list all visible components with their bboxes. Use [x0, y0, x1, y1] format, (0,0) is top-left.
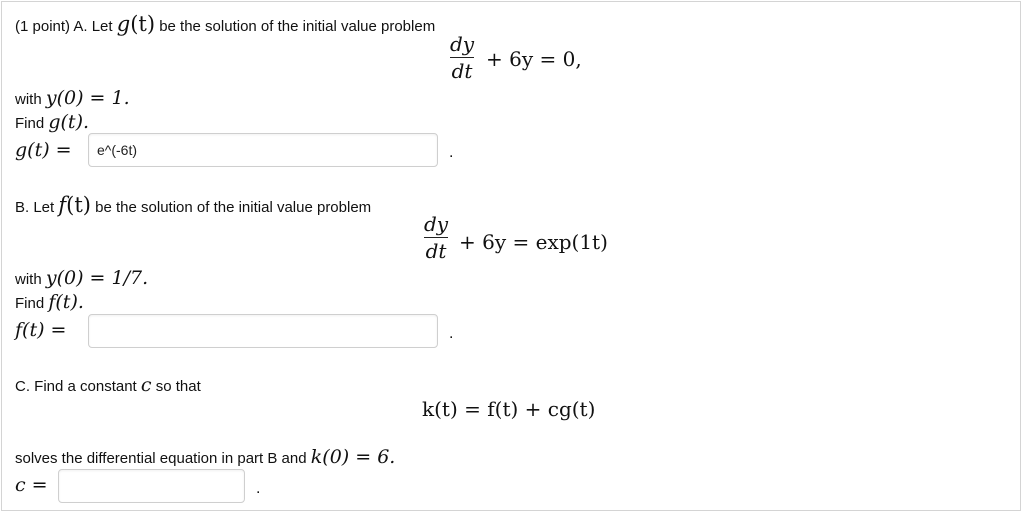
part-b-derivative: dy dt: [424, 212, 449, 263]
part-c-equation: k(t) = f(t) + cg(t): [422, 397, 596, 421]
part-b-deriv-den: dt: [425, 239, 447, 263]
part-c-solves-line: solves the differential equation in part…: [15, 448, 395, 468]
part-a-initial-condition: y(0) = 1.: [45, 87, 130, 109]
part-a-find-line: Find g(t).: [15, 113, 89, 133]
part-a-intro-arg: (t): [130, 12, 156, 36]
part-a-intro-prefix: (1 point) A. Let: [15, 18, 113, 35]
part-c-intro: C. Find a constant c so that: [15, 376, 201, 396]
part-c-solves-text: solves the differential equation in part…: [15, 450, 307, 467]
part-a-trailing-dot: .: [449, 144, 454, 161]
part-a-intro-suffix: be the solution of the initial value pro…: [159, 18, 436, 35]
part-b-initial-condition: y(0) = 1/7.: [45, 267, 149, 289]
part-c-trailing-dot: .: [256, 480, 261, 497]
part-a-find-label: Find: [15, 115, 45, 132]
part-a-with-line: with y(0) = 1.: [15, 89, 130, 109]
part-a-with-label: with: [15, 91, 42, 108]
problem-panel: (1 point) A. Let g(t) be the solution of…: [1, 1, 1021, 511]
part-b-deriv-num: dy: [424, 212, 449, 236]
part-b-answer-label: f(t) =: [15, 319, 67, 341]
part-b-with-label: with: [15, 271, 42, 288]
part-b-find-expr: f(t).: [48, 291, 84, 313]
part-a-answer-input[interactable]: [88, 133, 438, 167]
part-b-find-line: Find f(t).: [15, 293, 84, 313]
part-a-intro: (1 point) A. Let g(t) be the solution of…: [15, 12, 436, 36]
part-c-intro-var: c: [140, 374, 152, 396]
part-c-solves-expr: k(0) = 6.: [310, 446, 396, 468]
part-a-deriv-num: dy: [450, 32, 475, 56]
part-b-intro: B. Let f(t) be the solution of the initi…: [15, 193, 372, 217]
part-a-derivative: dy dt: [450, 32, 475, 83]
part-c-intro-suffix: so that: [155, 378, 201, 395]
part-a-answer-label: g(t) =: [15, 139, 72, 161]
fraction-bar: [450, 57, 475, 58]
part-b-equation-rhs: + 6y = exp(1t): [459, 230, 608, 254]
part-b-intro-arg: (t): [66, 193, 91, 217]
part-c-answer-label: c =: [15, 474, 48, 496]
part-a-intro-fn: g: [116, 12, 131, 36]
part-a-deriv-den: dt: [451, 59, 473, 83]
part-a-find-expr: g(t).: [48, 111, 90, 133]
part-b-intro-suffix: be the solution of the initial value pro…: [95, 199, 372, 216]
part-b-answer-input[interactable]: [88, 314, 438, 348]
part-b-trailing-dot: .: [449, 325, 454, 342]
part-b-intro-prefix: B. Let: [15, 199, 55, 216]
part-c-answer-input[interactable]: [58, 469, 245, 503]
part-c-intro-prefix: C. Find a constant: [15, 378, 137, 395]
part-b-intro-fn: f: [58, 193, 67, 217]
part-b-with-line: with y(0) = 1/7.: [15, 269, 148, 289]
part-a-equation-rhs: + 6y = 0,: [486, 47, 582, 71]
fraction-bar: [424, 237, 449, 238]
part-b-find-label: Find: [15, 295, 45, 312]
